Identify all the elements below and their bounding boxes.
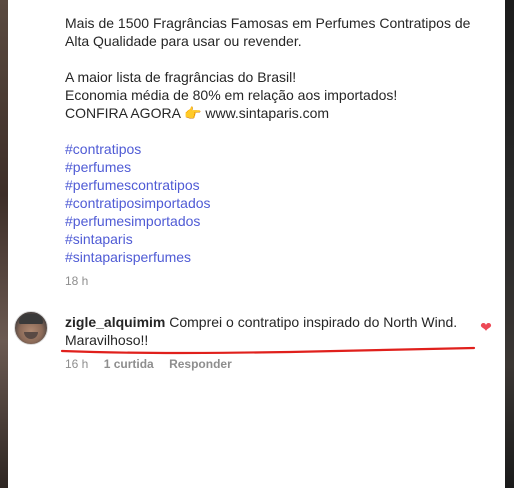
background-right-edge (505, 0, 514, 488)
hashtag-link[interactable]: #sintaparis (65, 230, 211, 248)
comment-likes-count[interactable]: 1 curtida (104, 357, 154, 371)
cta-link[interactable]: www.sintaparis.com (205, 105, 329, 121)
caption-line: Economia média de 80% em relação aos imp… (65, 87, 398, 103)
caption-line: Alta Qualidade para usar ou revender. (65, 33, 302, 49)
hashtag-link[interactable]: #perfumesimportados (65, 212, 211, 230)
caption-line: Mais de 1500 Fragrâncias Famosas em Perf… (65, 15, 471, 31)
hashtag-link[interactable]: #contratiposimportados (65, 194, 211, 212)
red-underline-annotation (60, 346, 476, 355)
hashtag-link[interactable]: #contratipos (65, 140, 211, 158)
caption-line: A maior lista de fragrâncias do Brasil! (65, 69, 297, 85)
background-left-edge (0, 0, 8, 488)
post-timestamp[interactable]: 18 h (65, 274, 88, 288)
avatar[interactable] (14, 311, 48, 345)
comment-timestamp[interactable]: 16 h (65, 357, 88, 371)
caption-cta: CONFIRA AGORA 👉 www.sintaparis.com (65, 104, 485, 122)
hashtag-link[interactable]: #perfumescontratipos (65, 176, 211, 194)
hashtag-link[interactable]: #perfumes (65, 158, 211, 176)
comment-username[interactable]: zigle_alquimim (65, 314, 165, 330)
cta-text: CONFIRA AGORA (65, 105, 181, 121)
reply-button[interactable]: Responder (169, 357, 232, 371)
comment-meta: 16 h 1 curtida Responder (65, 357, 244, 371)
pointing-hand-icon: 👉 (184, 105, 202, 121)
heart-icon[interactable]: ❤ (478, 319, 494, 335)
hashtag-link[interactable]: #sintaparisperfumes (65, 248, 211, 266)
hashtag-list: #contratipos #perfumes #perfumescontrati… (65, 140, 211, 266)
post-caption: Mais de 1500 Fragrâncias Famosas em Perf… (65, 14, 485, 122)
